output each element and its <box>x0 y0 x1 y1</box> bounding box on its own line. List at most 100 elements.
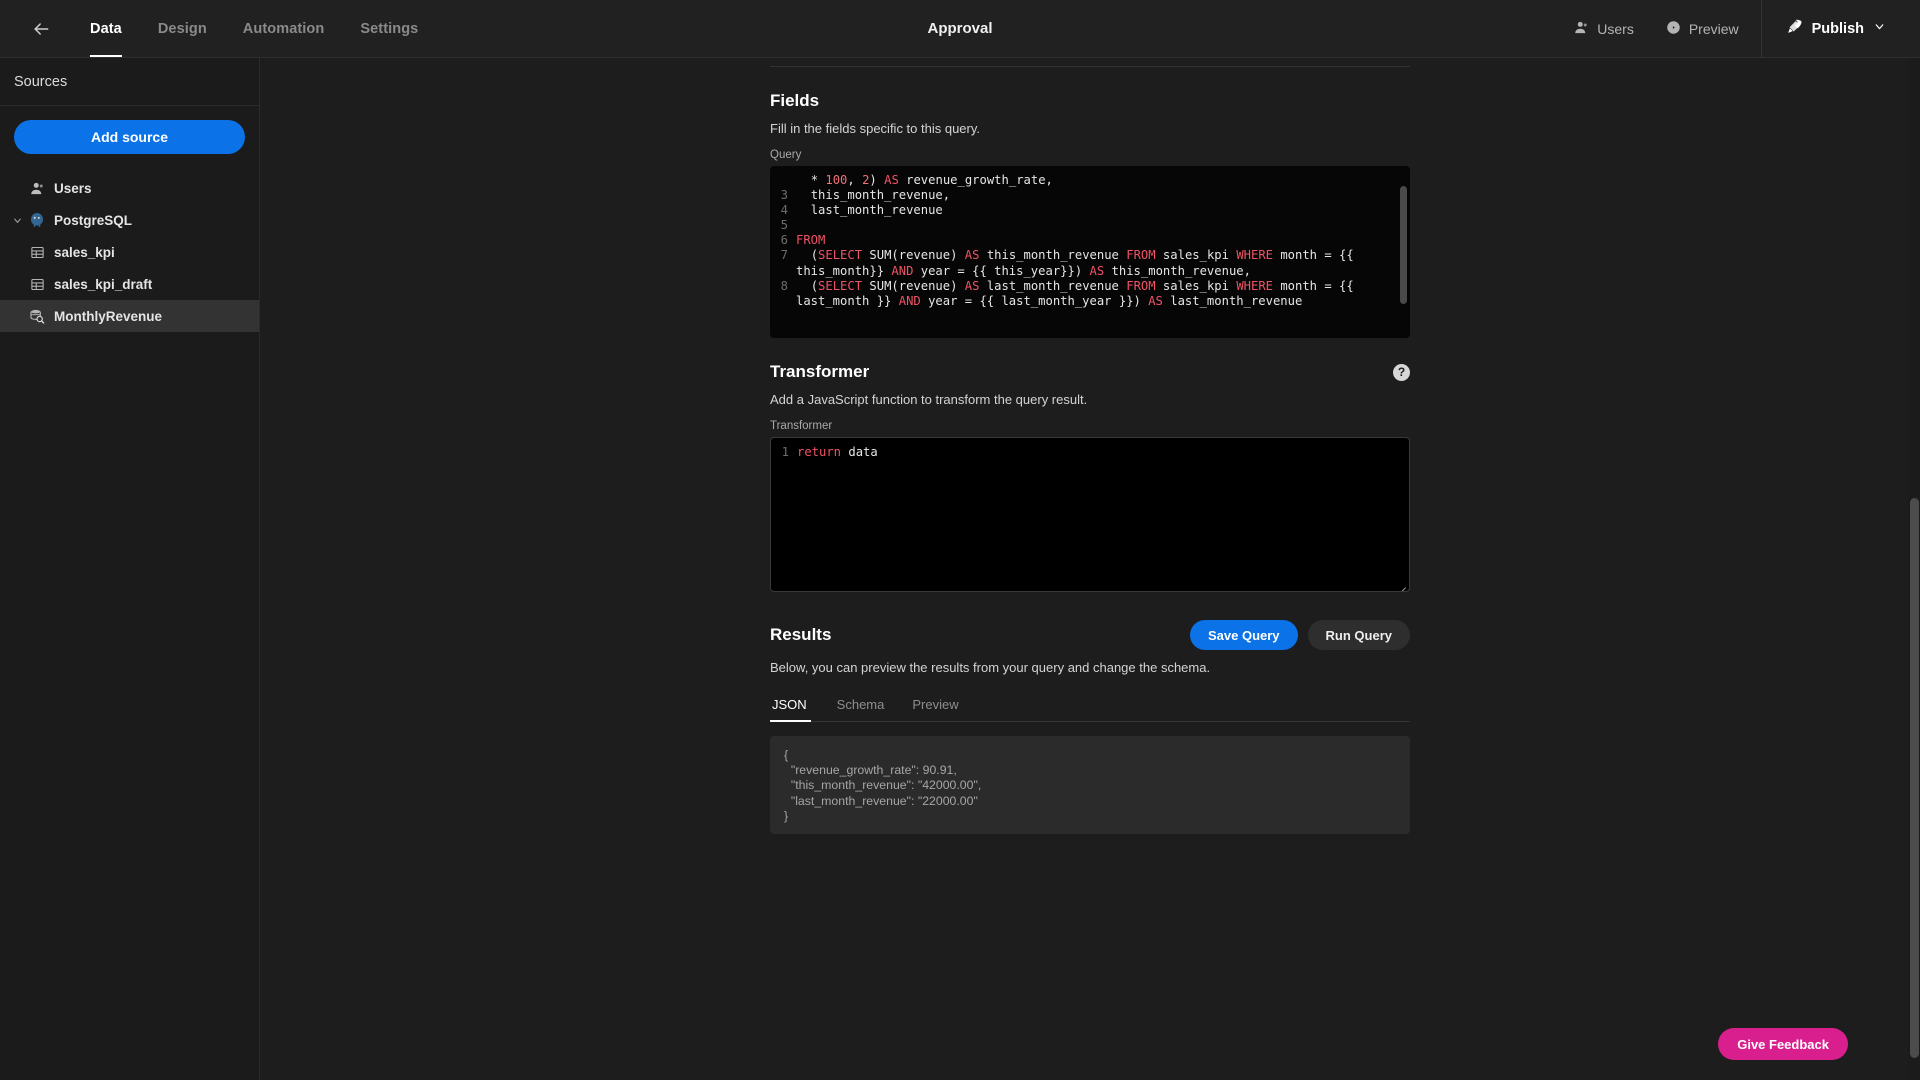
tab-preview[interactable]: Preview <box>898 697 972 721</box>
results-buttons: Save Query Run Query <box>1189 620 1410 650</box>
sidebar-body: Add source Users PostgreSQL sales_kpi sa… <box>0 106 259 332</box>
query-editor-scroll-thumb[interactable] <box>1400 186 1407 304</box>
code-text: FROM <box>796 233 826 248</box>
sidebar-item-label: Users <box>54 180 92 196</box>
page-scrollbar[interactable] <box>1908 58 1920 1080</box>
code-text: * 100, 2) AS revenue_growth_rate, <box>796 173 1053 187</box>
query-icon <box>26 308 48 324</box>
code-line: 4 last_month_revenue <box>770 203 1410 218</box>
preview-label: Preview <box>1688 20 1739 37</box>
main-content: Fields Fill in the fields specific to th… <box>260 58 1920 1080</box>
transformer-field-label: Transformer <box>770 420 833 432</box>
sidebar-item-users[interactable]: Users <box>0 172 259 204</box>
app-root: Data Design Automation Settings Approval… <box>0 0 1920 1080</box>
chevron-down-icon[interactable] <box>8 215 26 226</box>
run-query-button[interactable]: Run Query <box>1307 620 1410 650</box>
sidebar-item-label: MonthlyRevenue <box>54 308 163 324</box>
tab-schema[interactable]: Schema <box>823 697 899 721</box>
tab-preview-label: Preview <box>912 697 959 712</box>
app-header: Data Design Automation Settings Approval… <box>0 0 1920 58</box>
rocket-icon <box>1786 18 1803 39</box>
fields-section-title: Fields <box>770 91 820 110</box>
postgresql-icon <box>26 212 48 228</box>
nav-tab-automation-label: Automation <box>242 20 325 37</box>
results-section-title: Results <box>770 625 832 644</box>
nav-tab-settings-label: Settings <box>360 20 419 37</box>
code-line: * 100, 2) AS revenue_growth_rate, <box>770 173 1410 188</box>
content-column: Fields Fill in the fields specific to th… <box>770 58 1410 1080</box>
results-section-subtitle: Below, you can preview the results from … <box>770 660 1211 675</box>
content-top-divider <box>770 66 1410 67</box>
code-text: return data <box>797 445 878 459</box>
play-circle-icon <box>1666 20 1681 38</box>
code-line: 3 this_month_revenue, <box>770 188 1410 203</box>
back-arrow-icon[interactable] <box>24 12 58 46</box>
header-divider <box>1760 0 1762 58</box>
tab-json[interactable]: JSON <box>770 697 823 722</box>
line-number: 5 <box>780 218 788 233</box>
tab-schema-label: Schema <box>836 697 885 712</box>
help-icon[interactable]: ? <box>1393 363 1410 381</box>
nav-tab-data[interactable]: Data <box>72 0 140 57</box>
code-line: 5 <box>770 218 1410 233</box>
query-field-label: Query <box>770 149 802 161</box>
publish-button[interactable]: Publish <box>1768 0 1900 57</box>
nav-tab-design[interactable]: Design <box>140 0 225 57</box>
sidebar-item-label: sales_kpi_draft <box>54 276 153 292</box>
line-number: 6 <box>780 233 788 248</box>
query-code-editor[interactable]: * 100, 2) AS revenue_growth_rate, 3 this_… <box>770 166 1410 338</box>
resize-handle[interactable] <box>1395 577 1409 591</box>
transformer-code-lines: 1 return data <box>771 445 1409 460</box>
code-line: 7 (SELECT SUM(revenue) AS this_month_rev… <box>770 248 1410 278</box>
code-text: (SELECT SUM(revenue) AS this_month_reven… <box>796 248 1362 278</box>
line-number: 7 <box>780 248 788 263</box>
users-label: Users <box>1597 20 1634 37</box>
sidebar-item-label: sales_kpi <box>54 244 115 260</box>
transformer-code-editor[interactable]: 1 return data <box>770 437 1410 592</box>
table-icon <box>26 245 48 260</box>
give-feedback-button[interactable]: Give Feedback <box>1718 1028 1848 1060</box>
header-left: Data Design Automation Settings <box>0 0 436 57</box>
transformer-section-title: Transformer <box>770 362 870 381</box>
page-scroll-thumb[interactable] <box>1910 498 1919 1058</box>
code-line: 1 return data <box>771 445 1409 460</box>
chevron-down-icon <box>1873 20 1886 37</box>
publish-label: Publish <box>1811 20 1864 37</box>
sidebar-item-sales-kpi[interactable]: sales_kpi <box>0 236 259 268</box>
line-number: 1 <box>781 445 789 459</box>
query-editor-scrollbar[interactable] <box>1400 186 1407 322</box>
fields-section-subtitle: Fill in the fields specific to this quer… <box>770 121 981 136</box>
save-query-button[interactable]: Save Query <box>1189 620 1298 650</box>
query-code-lines: * 100, 2) AS revenue_growth_rate, 3 this_… <box>770 173 1410 309</box>
line-number: 8 <box>780 278 788 293</box>
sidebar-item-postgresql[interactable]: PostgreSQL <box>0 204 259 236</box>
code-text: this_month_revenue, <box>796 188 951 203</box>
code-line: 6 FROM <box>770 233 1410 248</box>
user-icon <box>1574 20 1589 38</box>
sources-sidebar: Sources Add source Users PostgreSQL sale… <box>0 58 260 1080</box>
nav-tab-automation[interactable]: Automation <box>225 0 343 57</box>
header-right: Users Preview Publish <box>1558 0 1920 58</box>
line-number <box>770 173 796 188</box>
users-button[interactable]: Users <box>1558 0 1650 57</box>
code-text: (SELECT SUM(revenue) AS last_month_reven… <box>796 278 1362 308</box>
nav-tab-settings[interactable]: Settings <box>342 0 436 57</box>
results-tabs: JSON Schema Preview <box>770 697 1410 722</box>
sidebar-item-monthlyrevenue[interactable]: MonthlyRevenue <box>0 300 259 332</box>
app-body: Sources Add source Users PostgreSQL sale… <box>0 58 1920 1080</box>
sidebar-item-sales-kpi-draft[interactable]: sales_kpi_draft <box>0 268 259 300</box>
code-text: last_month_revenue <box>796 203 943 218</box>
table-icon <box>26 277 48 292</box>
add-source-button[interactable]: Add source <box>14 120 245 154</box>
transformer-section-subtitle: Add a JavaScript function to transform t… <box>770 392 1088 407</box>
line-number: 4 <box>780 203 788 218</box>
main-scroll-area: Fields Fill in the fields specific to th… <box>260 58 1920 1080</box>
sidebar-heading: Sources <box>0 58 259 106</box>
tab-json-label: JSON <box>772 697 807 712</box>
sidebar-item-label: PostgreSQL <box>54 212 133 228</box>
preview-button[interactable]: Preview <box>1650 0 1755 57</box>
main-nav-tabs: Data Design Automation Settings <box>72 0 436 57</box>
sources-tree: Users PostgreSQL sales_kpi sales_kpi_dra… <box>0 172 259 332</box>
user-icon <box>26 181 48 196</box>
